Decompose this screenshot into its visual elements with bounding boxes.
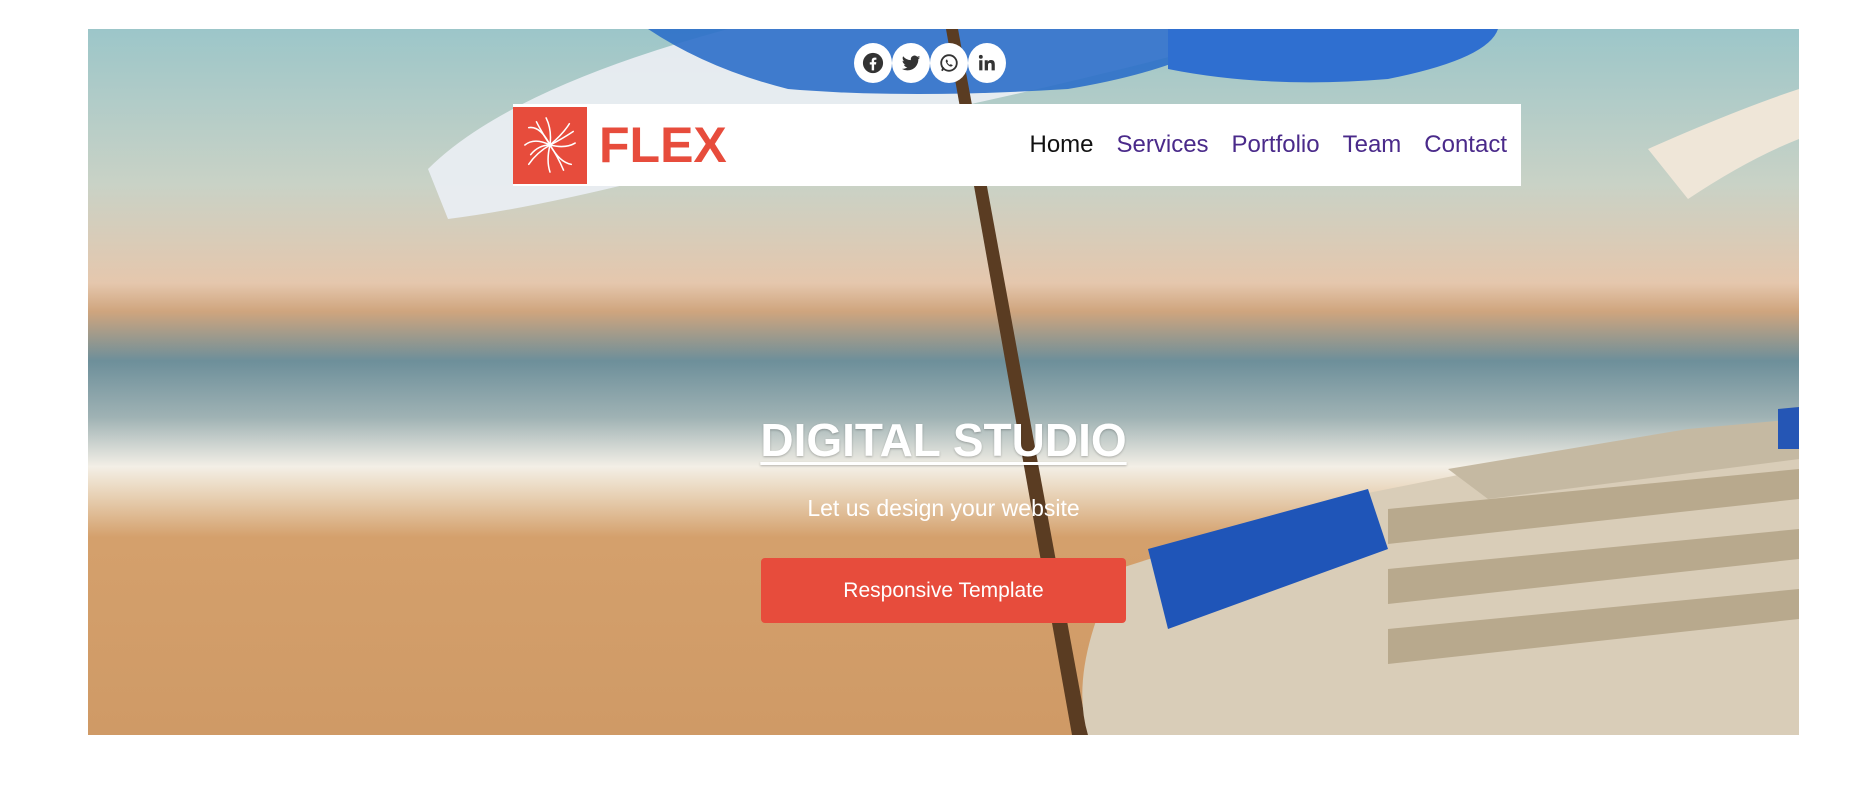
linkedin-icon[interactable]	[968, 43, 1006, 83]
facebook-icon[interactable]	[854, 43, 892, 83]
hero-title: DIGITAL STUDIO	[760, 414, 1127, 466]
social-links	[854, 43, 1006, 83]
nav-item-services[interactable]: Services	[1117, 131, 1209, 159]
logo-icon[interactable]	[513, 106, 587, 184]
hero-subtitle: Let us design your website	[807, 495, 1080, 521]
responsive-template-button[interactable]: Responsive Template	[761, 558, 1126, 623]
nav-item-contact[interactable]: Contact	[1424, 131, 1507, 159]
top-navbar: FLEX Home Services Portfolio Team Contac…	[513, 104, 1521, 186]
nav-item-team[interactable]: Team	[1343, 131, 1402, 159]
whatsapp-icon[interactable]	[930, 43, 968, 83]
hero-banner: FLEX Home Services Portfolio Team Contac…	[88, 29, 1799, 735]
nav-item-home[interactable]: Home	[1029, 131, 1093, 159]
twitter-icon[interactable]	[892, 43, 930, 83]
brand-name[interactable]: FLEX	[599, 116, 727, 174]
nav-item-portfolio[interactable]: Portfolio	[1232, 131, 1320, 159]
main-menu: Home Services Portfolio Team Contact	[1029, 131, 1507, 159]
